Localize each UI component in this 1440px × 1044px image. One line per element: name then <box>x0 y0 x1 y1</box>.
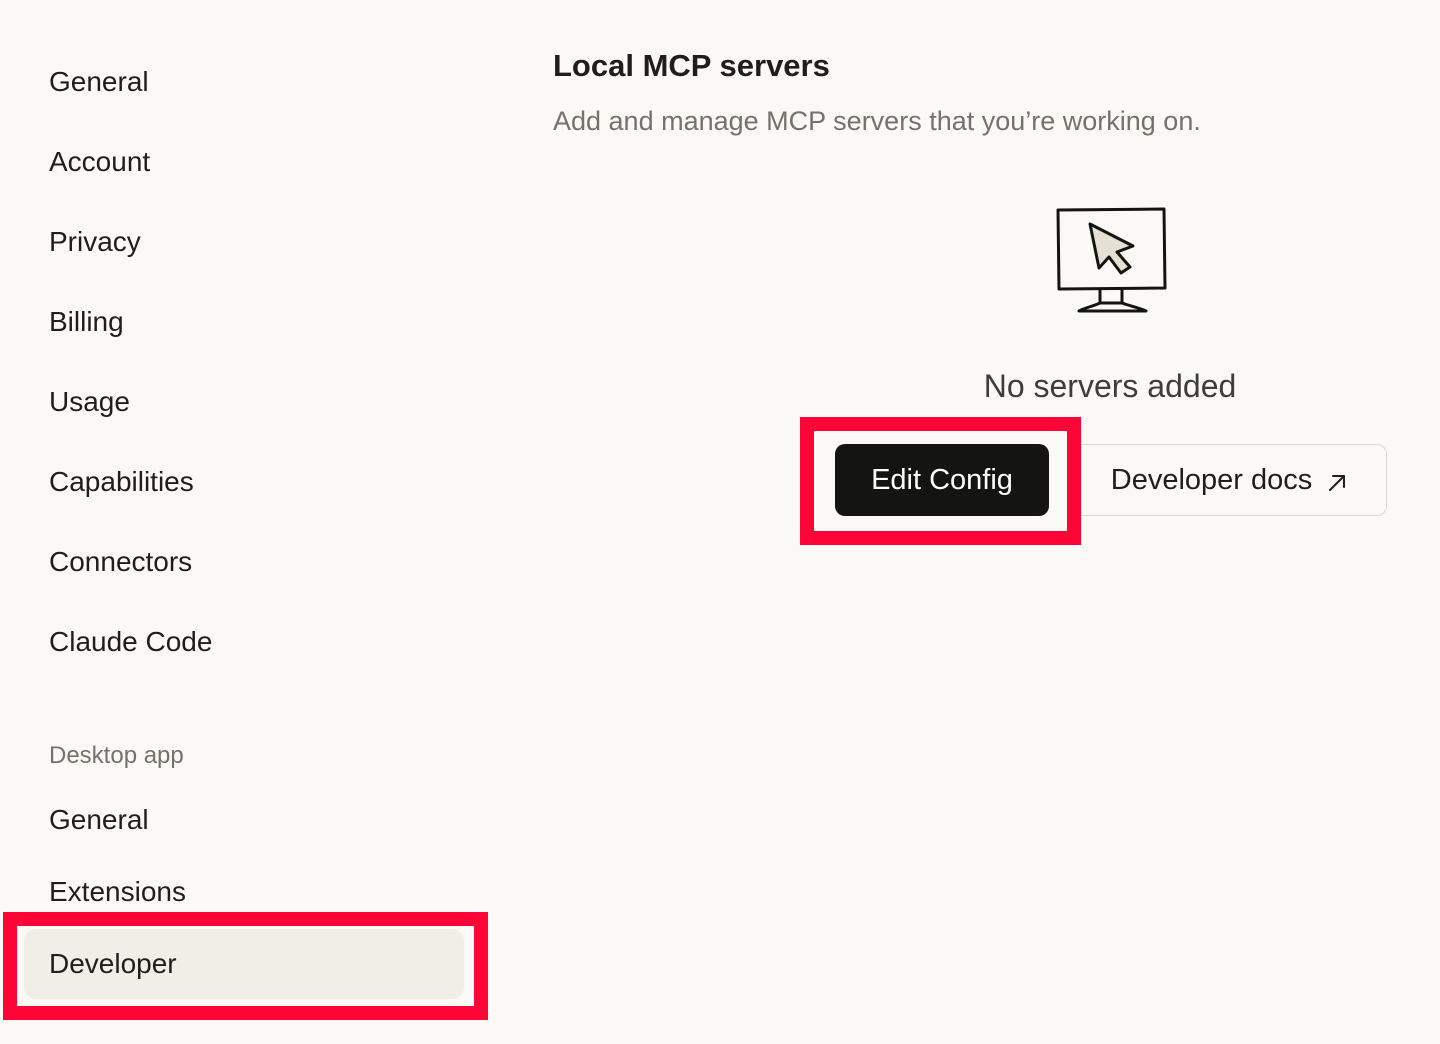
sidebar-item-extensions[interactable]: Extensions <box>24 857 464 927</box>
sidebar-item-account[interactable]: Account <box>24 127 464 197</box>
edit-config-label: Edit Config <box>871 463 1013 496</box>
sidebar-item-desktop-general[interactable]: General <box>24 785 464 855</box>
empty-state-text: No servers added <box>983 368 1237 404</box>
section-title: Local MCP servers <box>553 48 830 83</box>
sidebar-item-capabilities[interactable]: Capabilities <box>24 447 464 517</box>
sidebar-item-privacy[interactable]: Privacy <box>24 207 464 277</box>
arrow-up-right-icon <box>1326 469 1348 491</box>
computer-cursor-icon <box>1050 204 1174 320</box>
sidebar-section-heading-desktop-app: Desktop app <box>49 742 184 769</box>
sidebar-item-claude-code[interactable]: Claude Code <box>24 607 464 677</box>
sidebar-item-connectors[interactable]: Connectors <box>24 527 464 597</box>
sidebar-item-developer[interactable]: Developer <box>24 929 464 999</box>
edit-config-button[interactable]: Edit Config <box>835 444 1049 516</box>
sidebar-item-general[interactable]: General <box>24 47 464 117</box>
developer-docs-button[interactable]: Developer docs <box>1072 444 1387 516</box>
developer-docs-label: Developer docs <box>1110 463 1313 496</box>
section-subtitle: Add and manage MCP servers that you’re w… <box>553 106 1201 136</box>
sidebar-item-usage[interactable]: Usage <box>24 367 464 437</box>
sidebar-item-billing[interactable]: Billing <box>24 287 464 357</box>
